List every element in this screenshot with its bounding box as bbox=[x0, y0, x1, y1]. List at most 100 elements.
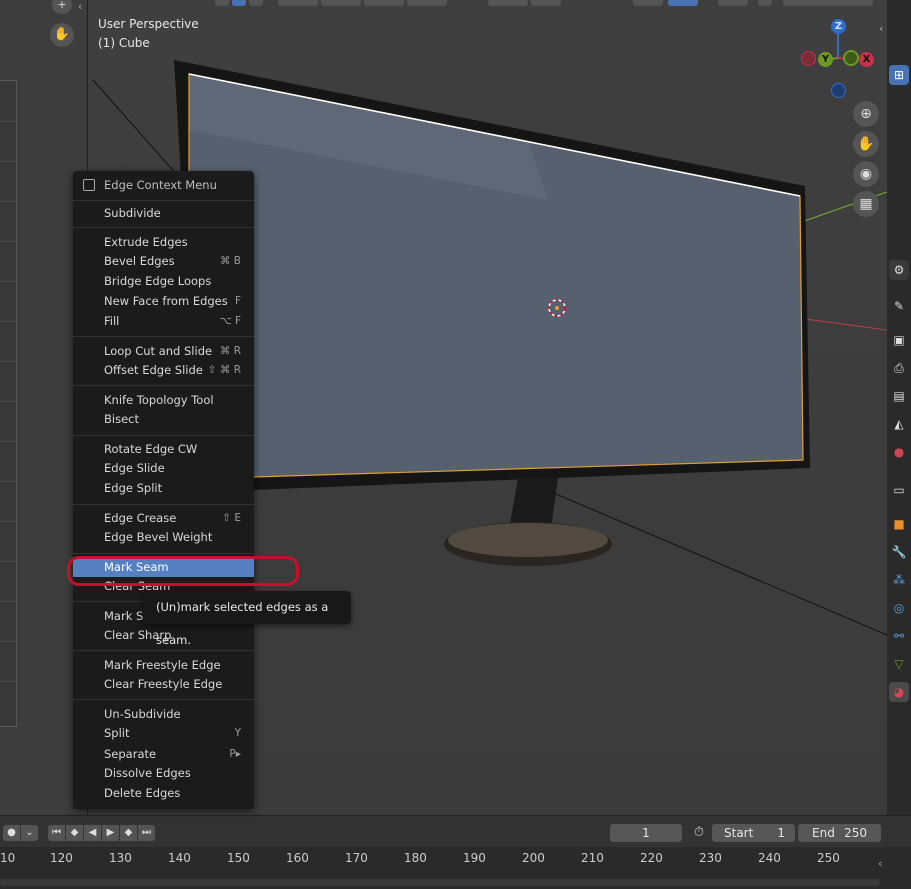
menu-item-split[interactable]: Split Y bbox=[73, 724, 254, 743]
toolbar-button[interactable] bbox=[758, 0, 772, 6]
pan-hand-icon[interactable]: ✋ bbox=[50, 23, 74, 47]
menu-item-bridge-edge-loops[interactable]: Bridge Edge Loops bbox=[73, 272, 254, 291]
viewport-mode: User Perspective bbox=[98, 17, 199, 31]
gizmo-x-axis[interactable]: X bbox=[859, 52, 874, 67]
scene-icon[interactable]: ◭ bbox=[889, 414, 909, 434]
menu-item-un-subdivide[interactable]: Un-Subdivide bbox=[73, 705, 254, 724]
record-icon[interactable]: ● bbox=[3, 825, 20, 841]
menu-item-edge-bevel-weight[interactable]: Edge Bevel Weight bbox=[73, 528, 254, 547]
gizmo-neg-x-axis[interactable] bbox=[801, 51, 816, 66]
menu-item-separate[interactable]: Separate P▸ bbox=[73, 745, 254, 764]
gizmo-y-axis[interactable]: Y bbox=[818, 52, 833, 67]
jump-end-icon[interactable]: ⏭ bbox=[138, 825, 155, 841]
mesh-data-icon[interactable]: ▽ bbox=[889, 654, 909, 674]
modifier-wrench-icon[interactable]: 🔧 bbox=[889, 542, 909, 562]
menu-pin-icon[interactable] bbox=[83, 179, 95, 191]
end-frame-field[interactable]: End 250 bbox=[798, 824, 881, 842]
gizmo-z-axis[interactable]: Z bbox=[831, 19, 846, 34]
toolbar-button-active[interactable] bbox=[668, 0, 698, 6]
node-editor-icon[interactable]: ⊞ bbox=[889, 65, 909, 85]
panel-collapse-icon[interactable]: ‹ bbox=[78, 0, 82, 13]
ruler-tick: 210 bbox=[581, 851, 604, 865]
chevron-left-icon[interactable]: ‹ bbox=[878, 857, 882, 870]
toolbar-button[interactable] bbox=[215, 0, 229, 6]
next-keyframe-icon[interactable]: ◆ bbox=[120, 825, 137, 841]
toolbar-button[interactable] bbox=[633, 0, 663, 6]
play-reverse-icon[interactable]: ◀ bbox=[84, 825, 101, 841]
zoom-icon[interactable]: ⊕ bbox=[853, 101, 879, 127]
view-layer-icon[interactable]: ▤ bbox=[889, 386, 909, 406]
ruler-tick: 130 bbox=[109, 851, 132, 865]
toolbar-button[interactable] bbox=[718, 0, 748, 6]
chevron-down-icon[interactable]: ⌄ bbox=[21, 825, 38, 841]
tool-settings-icon[interactable]: ✎ bbox=[889, 296, 909, 316]
toolbar-button-active[interactable] bbox=[232, 0, 246, 6]
collection-icon[interactable]: ▭ bbox=[889, 480, 909, 500]
outliner-list[interactable] bbox=[0, 80, 17, 727]
toolbar-button[interactable] bbox=[531, 0, 561, 6]
prev-keyframe-icon[interactable]: ◆ bbox=[66, 825, 83, 841]
ruler-tick: 140 bbox=[168, 851, 191, 865]
constraints-icon[interactable]: ⚯ bbox=[889, 626, 909, 646]
camera-icon[interactable]: ◉ bbox=[853, 161, 879, 187]
ruler-tick: 230 bbox=[699, 851, 722, 865]
play-icon[interactable]: ▶ bbox=[102, 825, 119, 841]
menu-item-extrude-edges[interactable]: Extrude Edges bbox=[73, 233, 254, 252]
toolbar-button[interactable] bbox=[783, 0, 873, 6]
toolbar-button[interactable] bbox=[278, 0, 318, 6]
timeline-ruler[interactable]: 10 120 130 140 150 160 170 180 190 200 2… bbox=[0, 847, 911, 889]
ruler-tick: 190 bbox=[463, 851, 486, 865]
start-label: Start bbox=[724, 826, 754, 840]
toolbar-button[interactable] bbox=[488, 0, 528, 6]
gizmo-neg-y-axis[interactable] bbox=[843, 50, 859, 66]
menu-item-subdivide[interactable]: Subdivide bbox=[73, 204, 254, 223]
toolbar-button[interactable] bbox=[249, 0, 263, 6]
toolbar-button[interactable] bbox=[321, 0, 361, 6]
menu-item-rotate-edge-cw[interactable]: Rotate Edge CW bbox=[73, 440, 254, 459]
current-frame-field[interactable]: 1 bbox=[610, 824, 682, 842]
menu-item-new-face-from-edges[interactable]: New Face from Edges F bbox=[73, 292, 254, 311]
render-icon[interactable]: ▣ bbox=[889, 330, 909, 350]
menu-item-offset-edge-slide[interactable]: Offset Edge Slide ⇧ ⌘ R bbox=[73, 361, 254, 380]
menu-item-mark-freestyle-edge[interactable]: Mark Freestyle Edge bbox=[73, 656, 254, 675]
menu-item-edge-crease[interactable]: Edge Crease ⇧ E bbox=[73, 509, 254, 528]
menu-item-edge-slide[interactable]: Edge Slide bbox=[73, 459, 254, 478]
output-icon[interactable]: ⎙ bbox=[889, 358, 909, 378]
pan-hand-icon[interactable]: ✋ bbox=[853, 131, 879, 157]
stopwatch-icon[interactable]: ⏱ bbox=[690, 824, 708, 842]
object-icon[interactable]: ■ bbox=[889, 514, 909, 534]
menu-item-clear-freestyle-edge[interactable]: Clear Freestyle Edge bbox=[73, 675, 254, 694]
jump-start-icon[interactable]: ⏮ bbox=[48, 825, 65, 841]
physics-icon[interactable]: ◎ bbox=[889, 598, 909, 618]
toolbar-button[interactable] bbox=[364, 0, 404, 6]
menu-item-knife-topology-tool[interactable]: Knife Topology Tool bbox=[73, 391, 254, 410]
add-icon[interactable]: + bbox=[52, 0, 72, 14]
menu-item-loop-cut-and-slide[interactable]: Loop Cut and Slide ⌘ R bbox=[73, 342, 254, 361]
ruler-tick: 250 bbox=[817, 851, 840, 865]
menu-item-bisect[interactable]: Bisect bbox=[73, 410, 254, 429]
menu-item-bevel-edges[interactable]: Bevel Edges ⌘ B bbox=[73, 252, 254, 271]
tool-icon[interactable]: ⚙ bbox=[889, 260, 909, 280]
material-icon[interactable]: ◕ bbox=[889, 682, 909, 702]
ruler-tick: 220 bbox=[640, 851, 663, 865]
end-value: 250 bbox=[844, 826, 867, 840]
tooltip-text: (Un)mark selected edges as a seam. bbox=[156, 600, 329, 647]
sidebar-toggle-icon[interactable]: ‹ bbox=[879, 22, 883, 35]
toolbar-button[interactable] bbox=[407, 0, 447, 6]
timeline-scrollbar[interactable] bbox=[0, 879, 880, 886]
end-label: End bbox=[812, 826, 835, 840]
menu-item-fill[interactable]: Fill ⌥ F bbox=[73, 312, 254, 331]
world-icon[interactable]: ● bbox=[889, 442, 909, 462]
ruler-tick: 180 bbox=[404, 851, 427, 865]
gizmo-neg-z-axis[interactable] bbox=[831, 83, 846, 98]
grid-icon[interactable]: ▦ bbox=[853, 191, 879, 217]
start-frame-field[interactable]: Start 1 bbox=[712, 824, 795, 842]
ruler-tick: 170 bbox=[345, 851, 368, 865]
ruler-tick: 240 bbox=[758, 851, 781, 865]
menu-item-delete-edges[interactable]: Delete Edges bbox=[73, 784, 254, 803]
ruler-tick: 150 bbox=[227, 851, 250, 865]
particles-icon[interactable]: ⁂ bbox=[889, 570, 909, 590]
timeline-header: ● ⌄ ⏮ ◆ ◀ ▶ ◆ ⏭ 1 ⏱ Start 1 End 250 bbox=[0, 815, 911, 848]
menu-item-dissolve-edges[interactable]: Dissolve Edges bbox=[73, 764, 254, 783]
menu-item-edge-split[interactable]: Edge Split bbox=[73, 479, 254, 498]
